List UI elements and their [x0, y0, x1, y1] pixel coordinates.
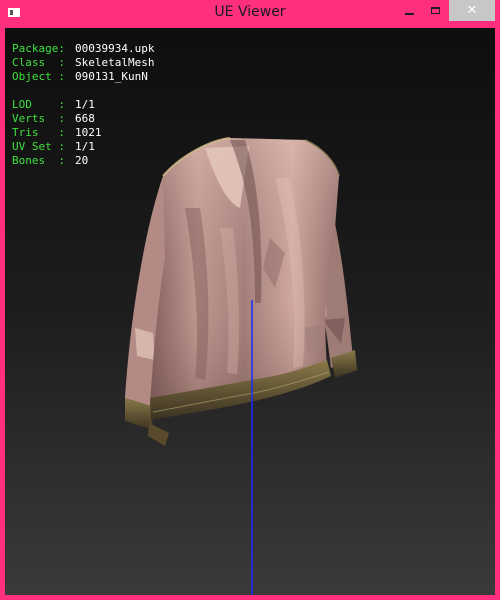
title-bar[interactable]: UE Viewer ✕: [0, 0, 500, 28]
info-value: 668: [75, 112, 95, 125]
info-value: 1/1: [75, 140, 95, 153]
info-row-object: Object : 090131_KunN: [12, 70, 154, 84]
minimize-icon: [404, 12, 414, 15]
info-key: LOD :: [12, 98, 65, 111]
mesh-info-overlay: Package: 00039934.upk Class : SkeletalMe…: [12, 42, 154, 168]
info-key: Package:: [12, 42, 65, 55]
info-row-tris: Tris : 1021: [12, 126, 154, 140]
info-value: 20: [75, 154, 89, 167]
close-button[interactable]: ✕: [449, 0, 495, 21]
info-value: SkeletalMesh: [75, 56, 155, 69]
3d-viewport[interactable]: Package: 00039934.upk Class : SkeletalMe…: [5, 28, 495, 595]
info-key: Bones :: [12, 154, 65, 167]
info-row-package: Package: 00039934.upk: [12, 42, 154, 56]
jacket-body: [150, 137, 340, 420]
info-row-uvset: UV Set : 1/1: [12, 140, 154, 154]
maximize-icon: [430, 7, 440, 14]
minimize-button[interactable]: [396, 0, 422, 21]
app-window: UE Viewer ✕ Package: 00039934.upk Class …: [0, 0, 500, 600]
info-value: 1/1: [75, 98, 95, 111]
info-key: UV Set :: [12, 140, 65, 153]
info-value: 00039934.upk: [75, 42, 155, 55]
maximize-button[interactable]: [422, 0, 448, 21]
info-key: Class :: [12, 56, 65, 69]
info-row-class: Class : SkeletalMesh: [12, 56, 154, 70]
info-key: Verts :: [12, 112, 65, 125]
info-key: Tris :: [12, 126, 65, 139]
info-row-bones: Bones : 20: [12, 154, 154, 168]
info-key: Object :: [12, 70, 65, 83]
info-row-verts: Verts : 668: [12, 112, 154, 126]
close-icon: ✕: [466, 3, 478, 18]
info-row-lod: LOD : 1/1: [12, 98, 154, 112]
info-value: 1021: [75, 126, 102, 139]
info-value: 090131_KunN: [75, 70, 148, 83]
